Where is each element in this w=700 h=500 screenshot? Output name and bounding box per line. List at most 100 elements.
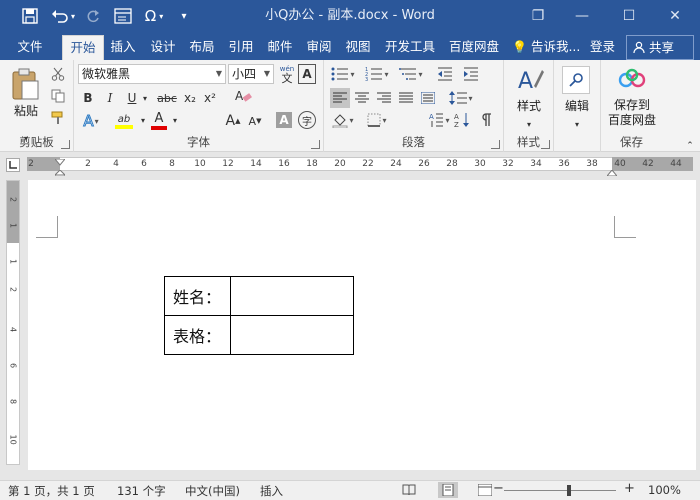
font-color-icon[interactable]: A	[148, 110, 170, 132]
styles-button[interactable]: 样式	[504, 99, 554, 114]
zoom-in-button[interactable]: +	[624, 481, 635, 496]
tab-insert[interactable]: 插入	[104, 35, 142, 60]
styles-dropdown-icon[interactable]: ▾	[524, 114, 534, 134]
redo-icon[interactable]	[84, 0, 102, 32]
character-border-icon[interactable]: A	[298, 64, 316, 84]
styles-dialog-launcher-icon[interactable]	[541, 140, 550, 149]
document-page[interactable]: 姓名： 表格：	[28, 180, 696, 470]
form-icon[interactable]	[112, 0, 134, 32]
clear-formatting-icon[interactable]: A	[232, 86, 254, 106]
bullets-icon[interactable]: ▾	[328, 64, 358, 84]
highlight-color-icon[interactable]: ab	[110, 110, 138, 132]
font-color-dropdown-icon[interactable]: ▾	[170, 110, 180, 130]
tab-file[interactable]: 文件	[8, 35, 52, 60]
underline-button[interactable]: U	[124, 88, 140, 108]
tab-baidu-netdisk[interactable]: 百度网盘	[443, 35, 505, 60]
baidu-netdisk-icon[interactable]	[617, 66, 647, 94]
zoom-slider[interactable]	[504, 490, 616, 491]
maximize-icon[interactable]: ☐	[612, 0, 646, 32]
paste-icon[interactable]	[8, 66, 42, 102]
find-icon[interactable]	[562, 66, 590, 94]
highlight-dropdown-icon[interactable]: ▾	[138, 110, 148, 130]
italic-button[interactable]: I	[102, 88, 118, 108]
bold-button[interactable]: B	[80, 88, 96, 108]
numbering-icon[interactable]: 1 2 3 ▾	[362, 64, 392, 84]
table-cell-value[interactable]	[230, 315, 354, 355]
format-painter-icon[interactable]	[48, 108, 68, 128]
align-right-icon[interactable]	[374, 88, 394, 108]
align-center-icon[interactable]	[352, 88, 372, 108]
tab-references[interactable]: 引用	[222, 35, 260, 60]
line-spacing-icon[interactable]: ▾	[446, 88, 476, 108]
zoom-slider-thumb[interactable]	[567, 485, 571, 496]
sign-in-link[interactable]: 登录	[590, 35, 615, 60]
customize-toolbar-icon[interactable]: ▾	[176, 0, 192, 32]
sort-icon[interactable]: AZ	[452, 110, 472, 130]
tab-developer[interactable]: 开发工具	[379, 35, 441, 60]
cut-icon[interactable]	[48, 64, 68, 84]
language-status[interactable]: 中文(中国)	[185, 483, 240, 499]
word-count-status[interactable]: 131 个字	[117, 483, 166, 499]
page-count-status[interactable]: 第 1 页，共 1 页	[8, 483, 95, 499]
shrink-font-icon[interactable]: A ▼	[246, 110, 264, 132]
vertical-ruler[interactable]: 2 1 1 2 4 6 8 10	[6, 180, 20, 465]
font-dialog-launcher-icon[interactable]	[311, 140, 320, 149]
subscript-button[interactable]: x₂	[182, 88, 198, 108]
distributed-icon[interactable]	[418, 88, 438, 108]
save-to-baidu-button[interactable]: 保存到 百度网盘	[601, 98, 663, 128]
tab-layout[interactable]: 布局	[183, 35, 221, 60]
underline-dropdown-icon[interactable]: ▾	[140, 88, 150, 108]
align-left-icon[interactable]	[330, 88, 350, 108]
document-table[interactable]: 姓名： 表格：	[164, 276, 354, 355]
paste-button[interactable]: 粘贴	[6, 104, 46, 119]
undo-icon[interactable]: ▾	[48, 0, 78, 32]
show-marks-icon[interactable]	[476, 110, 496, 130]
horizontal-ruler[interactable]: 2 2 4 6 8 10 12 14 16 18 20 22 24 26 28 …	[0, 153, 700, 180]
share-button[interactable]: 共享	[626, 35, 694, 60]
table-cell-label[interactable]: 姓名：	[164, 276, 231, 316]
chinese-layout-icon[interactable]: A ▾	[428, 110, 450, 130]
tab-view[interactable]: 视图	[339, 35, 377, 60]
read-mode-icon[interactable]	[402, 484, 416, 499]
multilevel-list-icon[interactable]: ▾	[396, 64, 426, 84]
tab-mailings[interactable]: 邮件	[261, 35, 299, 60]
increase-indent-icon[interactable]	[460, 64, 482, 84]
tab-design[interactable]: 设计	[144, 35, 182, 60]
font-size-combo[interactable]: 小四 ▼	[228, 64, 274, 84]
web-layout-icon[interactable]	[477, 483, 493, 499]
clipboard-dialog-launcher-icon[interactable]	[61, 140, 70, 149]
enclose-characters-icon[interactable]: 字	[298, 111, 316, 129]
tab-home[interactable]: 开始	[62, 35, 104, 60]
character-shading-icon[interactable]: A	[276, 112, 292, 128]
decrease-indent-icon[interactable]	[434, 64, 456, 84]
ribbon-display-icon[interactable]: ❐	[521, 0, 555, 32]
justify-icon[interactable]	[396, 88, 416, 108]
grow-font-icon[interactable]: A ▲	[224, 110, 242, 132]
close-icon[interactable]: ✕	[658, 0, 692, 32]
copy-icon[interactable]	[48, 86, 68, 106]
strikethrough-button[interactable]: abc	[154, 88, 180, 108]
first-line-indent-icon[interactable]	[53, 155, 67, 169]
phonetic-guide-icon[interactable]: wén 文	[278, 64, 296, 84]
styles-icon[interactable]: A	[515, 66, 545, 96]
table-cell-label[interactable]: 表格：	[164, 315, 231, 355]
print-layout-icon[interactable]	[438, 482, 458, 498]
tab-review[interactable]: 审阅	[300, 35, 338, 60]
shading-icon[interactable]: ▾	[328, 110, 358, 130]
superscript-button[interactable]: x²	[202, 88, 218, 108]
table-cell-value[interactable]	[230, 276, 354, 316]
borders-icon[interactable]: ▾	[362, 110, 392, 130]
text-effects-icon[interactable]: A ▾	[80, 110, 102, 132]
insert-mode-status[interactable]: 插入	[260, 483, 283, 499]
tell-me-box[interactable]: 💡 告诉我...	[512, 35, 580, 60]
symbol-button[interactable]: Ω ▾	[138, 0, 170, 32]
minimize-icon[interactable]: —	[565, 0, 599, 32]
editing-button[interactable]: 编辑	[554, 99, 600, 114]
save-icon[interactable]	[18, 0, 42, 32]
editing-dropdown-icon[interactable]: ▾	[572, 114, 582, 134]
paragraph-dialog-launcher-icon[interactable]	[491, 140, 500, 149]
zoom-out-button[interactable]: −	[493, 481, 504, 496]
tab-selector-icon[interactable]	[6, 158, 20, 172]
zoom-level[interactable]: 100%	[648, 483, 681, 497]
font-name-combo[interactable]: 微软雅黑 ▼	[78, 64, 226, 84]
